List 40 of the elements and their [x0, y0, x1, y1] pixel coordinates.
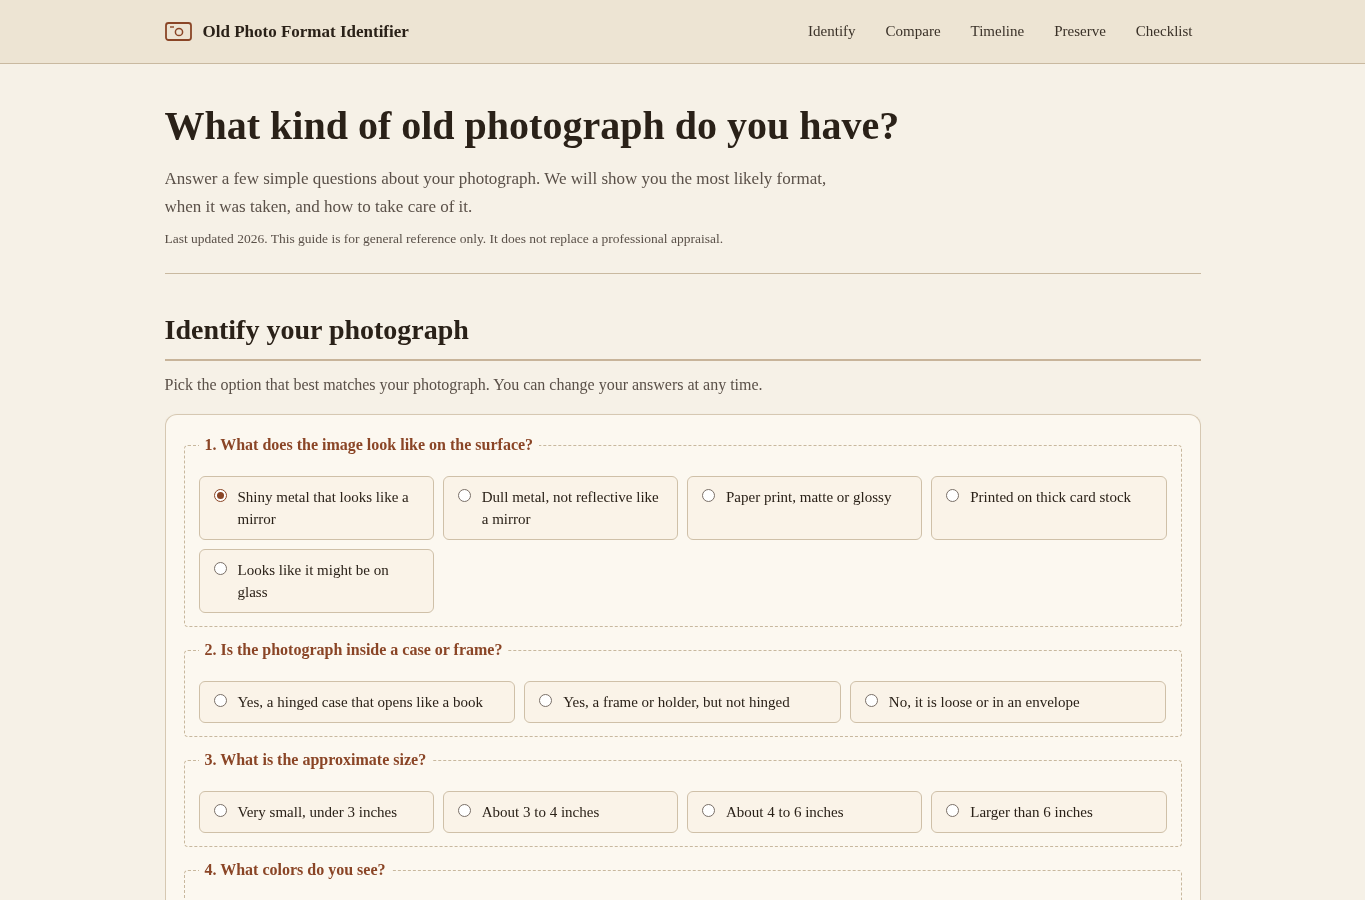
answer-option[interactable]: Very small, under 3 inches — [198, 791, 434, 833]
question-label: 4. What colors do you see? — [203, 860, 387, 881]
nav-link[interactable]: Identify — [800, 19, 864, 44]
page-heading: What kind of old photograph do you have? — [164, 102, 901, 150]
answer-option[interactable]: About 4 to 6 inches — [687, 791, 923, 833]
radio-button[interactable] — [457, 489, 471, 502]
answer-option[interactable]: Yes, a hinged case that opens like a book — [198, 681, 516, 723]
answer-option[interactable]: Shiny metal that looks like a mirror — [198, 476, 434, 540]
radio-button[interactable] — [946, 804, 960, 817]
radio-button[interactable] — [864, 694, 878, 707]
radio-button[interactable] — [213, 562, 227, 575]
answer-option[interactable]: Paper print, matte or glossy — [687, 476, 923, 540]
radio-button[interactable] — [702, 489, 715, 502]
question-label: 1. What does the image look like on the surface? — [203, 435, 535, 456]
radio-button[interactable] — [457, 804, 471, 817]
radio-button[interactable] — [213, 804, 227, 817]
instructions-text: Pick the option that best matches your photograph. You can change your answers at any time. — [164, 375, 764, 396]
answer-option[interactable]: No, it is loose or in an envelope — [849, 681, 1167, 723]
question-label: 2. Is the photograph inside a case or frame? — [203, 640, 504, 661]
nav-link[interactable]: Compare — [877, 19, 949, 44]
answer-option[interactable]: Larger than 6 inches — [931, 791, 1167, 833]
radio-button[interactable] — [946, 489, 960, 502]
radio-button[interactable] — [702, 804, 715, 817]
answer-option[interactable]: Looks like it might be on glass — [198, 549, 434, 613]
section-heading: Identify your photograph — [164, 312, 1201, 361]
answer-option[interactable]: Printed on thick card stock — [931, 476, 1167, 540]
intro-text: Answer a few simple questions about your photograph. We will show you the most likely format, when it was taken, and how to take care of it. — [164, 168, 828, 218]
nav-link[interactable]: Timeline — [962, 19, 1033, 44]
answer-option[interactable]: Yes, a frame or holder, but not hinged — [524, 681, 841, 723]
site-title: Old Photo Format Identifier — [202, 21, 409, 42]
radio-button[interactable] — [213, 694, 227, 707]
radio-button[interactable] — [539, 694, 553, 707]
answer-option[interactable]: About 3 to 4 inches — [442, 791, 678, 833]
nav-link[interactable]: Preserve — [1046, 19, 1114, 44]
nav-link[interactable]: Checklist — [1127, 19, 1201, 44]
camera-icon — [164, 21, 192, 42]
answer-option[interactable]: Dull metal, not reflective like a mirror — [442, 476, 678, 540]
update-note: Last updated 2026. This guide is for general reference only. It does not replace a professional appraisal. — [164, 230, 725, 248]
question-label: 3. What is the approximate size? — [203, 750, 428, 771]
radio-button[interactable] — [213, 489, 227, 502]
